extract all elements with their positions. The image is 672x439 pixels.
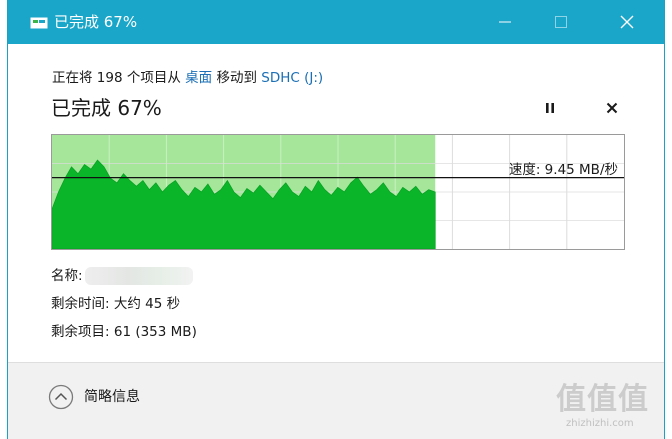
title-bar[interactable]: 已完成 67% [8, 0, 664, 44]
time-value: 大约 45 秒 [113, 296, 181, 312]
progress-status: 已完成 67% [51, 96, 162, 120]
time-label: 剩余时间: [51, 296, 110, 312]
transfer-description: 正在将 198 个项目从 桌面 移动到 SDHC (J:) [52, 66, 323, 86]
watermark-logo: 值值值 [556, 382, 649, 417]
window-title: 已完成 67% [54, 13, 138, 31]
destination-link[interactable]: SDHC (J:) [261, 70, 323, 86]
items-value: 61 (353 MB) [113, 324, 197, 340]
cancel-button[interactable] [600, 96, 624, 120]
details-panel: 名称: 剩余时间: 大约 45 秒 剩余项目: 61 (353 MB) [51, 262, 197, 346]
pause-button[interactable] [538, 96, 562, 120]
watermark-url: zhizhizhi.com [566, 418, 634, 429]
transfer-prefix: 正在将 198 个项目从 [52, 70, 186, 86]
redacted-filename [84, 267, 193, 285]
time-remaining-row: 剩余时间: 大约 45 秒 [51, 290, 197, 318]
items-label: 剩余项目: [51, 324, 110, 340]
pause-icon [546, 103, 554, 113]
items-remaining-row: 剩余项目: 61 (353 MB) [51, 318, 197, 346]
file-transfer-dialog: 已完成 67% 正在将 198 个项目从 桌面 移动到 SDHC (J:) 已完… [8, 0, 664, 439]
close-button[interactable] [604, 0, 650, 44]
fewer-details-label: 简略信息 [84, 389, 140, 405]
chevron-up-icon [48, 384, 74, 410]
transfer-icon [30, 14, 48, 29]
speed-graph: 速度: 9.45 MB/秒 [51, 134, 625, 250]
speed-chart [52, 135, 624, 249]
close-icon [620, 15, 634, 29]
minimize-button[interactable] [482, 0, 528, 44]
transfer-mid: 移动到 [212, 70, 262, 86]
name-row: 名称: [51, 262, 197, 290]
source-link[interactable]: 桌面 [185, 70, 212, 86]
name-label: 名称: [51, 268, 83, 284]
speed-label: 速度: 9.45 MB/秒 [508, 162, 618, 178]
minimize-icon [499, 21, 511, 23]
maximize-icon [555, 16, 567, 28]
cancel-icon [606, 102, 618, 114]
maximize-button[interactable] [538, 0, 584, 44]
